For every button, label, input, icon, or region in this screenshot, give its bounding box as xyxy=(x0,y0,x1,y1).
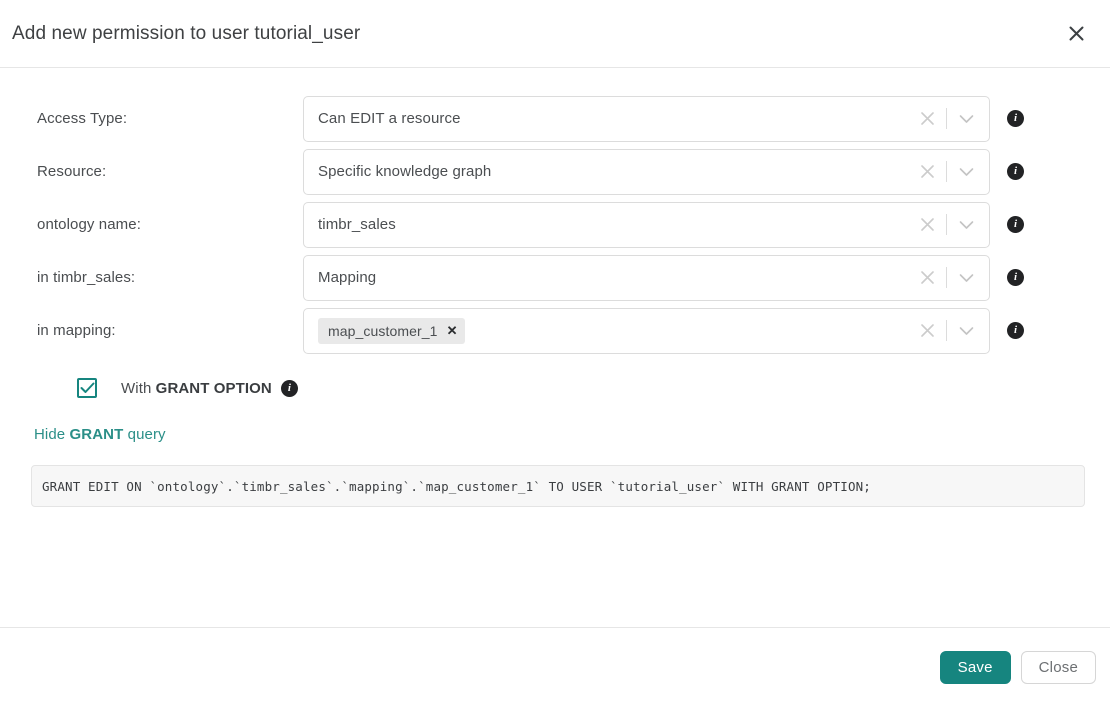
in-timbr-sales-select[interactable]: Mapping xyxy=(303,254,990,301)
page-title: Add new permission to user tutorial_user xyxy=(12,23,361,44)
resource-value: Specific knowledge graph xyxy=(318,163,492,180)
selected-chip: map_customer_1 ✕ xyxy=(318,317,465,344)
clear-x-icon[interactable] xyxy=(916,161,938,183)
ontology-name-value: timbr_sales xyxy=(318,216,396,233)
clear-x-icon[interactable] xyxy=(916,320,938,342)
chevron-down-icon[interactable] xyxy=(955,267,977,289)
form-row-access-type: Access Type: Can EDIT a resource i xyxy=(0,92,1110,145)
in-mapping-select[interactable]: map_customer_1 ✕ xyxy=(303,307,990,354)
select-indicators xyxy=(916,256,989,300)
toggle-grant-query-link[interactable]: Hide GRANT query xyxy=(0,426,166,443)
info-icon[interactable]: i xyxy=(1007,110,1024,127)
add-permission-dialog: Add new permission to user tutorial_user… xyxy=(0,0,1110,707)
grant-option-row: With GRANT OPTION i xyxy=(0,373,1110,403)
indicator-separator xyxy=(946,320,947,341)
select-indicators xyxy=(916,203,989,247)
label-resource: Resource: xyxy=(37,163,107,180)
info-icon[interactable]: i xyxy=(1007,163,1024,180)
select-indicators xyxy=(916,97,989,141)
resource-select[interactable]: Specific knowledge graph xyxy=(303,148,990,195)
toggle-link-strong: GRANT xyxy=(69,426,124,443)
dialog-footer: Save Close xyxy=(0,627,1110,707)
label-access-type: Access Type: xyxy=(37,110,128,127)
grant-option-label: With GRANT OPTION xyxy=(121,380,272,397)
indicator-separator xyxy=(946,267,947,288)
indicator-separator xyxy=(946,161,947,182)
form-row-in-timbr-sales: in timbr_sales: Mapping i xyxy=(0,251,1110,304)
chip-label: map_customer_1 xyxy=(328,322,438,339)
toggle-link-prefix: Hide xyxy=(34,426,70,443)
grant-query-preview: GRANT EDIT ON `ontology`.`timbr_sales`.`… xyxy=(31,465,1085,507)
grant-option-prefix: With xyxy=(121,379,156,397)
chevron-down-icon[interactable] xyxy=(955,320,977,342)
indicator-separator xyxy=(946,108,947,129)
access-type-select[interactable]: Can EDIT a resource xyxy=(303,95,990,142)
indicator-separator xyxy=(946,214,947,235)
ontology-name-select[interactable]: timbr_sales xyxy=(303,201,990,248)
grant-query-text: GRANT EDIT ON `ontology`.`timbr_sales`.`… xyxy=(42,478,871,494)
dialog-body: Access Type: Can EDIT a resource i Resou… xyxy=(0,68,1110,627)
in-timbr-sales-value: Mapping xyxy=(318,269,377,286)
access-type-value: Can EDIT a resource xyxy=(318,110,461,127)
info-icon[interactable]: i xyxy=(1007,322,1024,339)
close-button[interactable]: Close xyxy=(1020,651,1096,684)
chevron-down-icon[interactable] xyxy=(955,108,977,130)
label-ontology-name: ontology name: xyxy=(37,216,141,233)
info-icon[interactable]: i xyxy=(1007,216,1024,233)
in-mapping-value: map_customer_1 ✕ xyxy=(318,317,916,344)
info-icon[interactable]: i xyxy=(1007,269,1024,286)
close-icon[interactable] xyxy=(1062,20,1090,48)
clear-x-icon[interactable] xyxy=(916,108,938,130)
permission-form: Access Type: Can EDIT a resource i Resou… xyxy=(0,68,1110,357)
label-in-mapping: in mapping: xyxy=(37,322,116,339)
dialog-header: Add new permission to user tutorial_user xyxy=(0,0,1110,68)
select-indicators xyxy=(916,150,989,194)
chevron-down-icon[interactable] xyxy=(955,214,977,236)
grant-option-checkbox[interactable] xyxy=(77,378,97,398)
label-in-timbr-sales: in timbr_sales: xyxy=(37,269,136,286)
info-icon[interactable]: i xyxy=(280,379,298,397)
chip-remove-icon[interactable]: ✕ xyxy=(447,324,458,337)
form-row-in-mapping: in mapping: map_customer_1 ✕ i xyxy=(0,304,1110,357)
form-row-resource: Resource: Specific knowledge graph i xyxy=(0,145,1110,198)
save-button[interactable]: Save xyxy=(939,651,1011,684)
select-indicators xyxy=(916,309,989,353)
chevron-down-icon[interactable] xyxy=(955,161,977,183)
form-row-ontology-name: ontology name: timbr_sales i xyxy=(0,198,1110,251)
grant-option-strong: GRANT OPTION xyxy=(155,379,272,397)
clear-x-icon[interactable] xyxy=(916,214,938,236)
clear-x-icon[interactable] xyxy=(916,267,938,289)
toggle-link-suffix: query xyxy=(123,426,166,443)
